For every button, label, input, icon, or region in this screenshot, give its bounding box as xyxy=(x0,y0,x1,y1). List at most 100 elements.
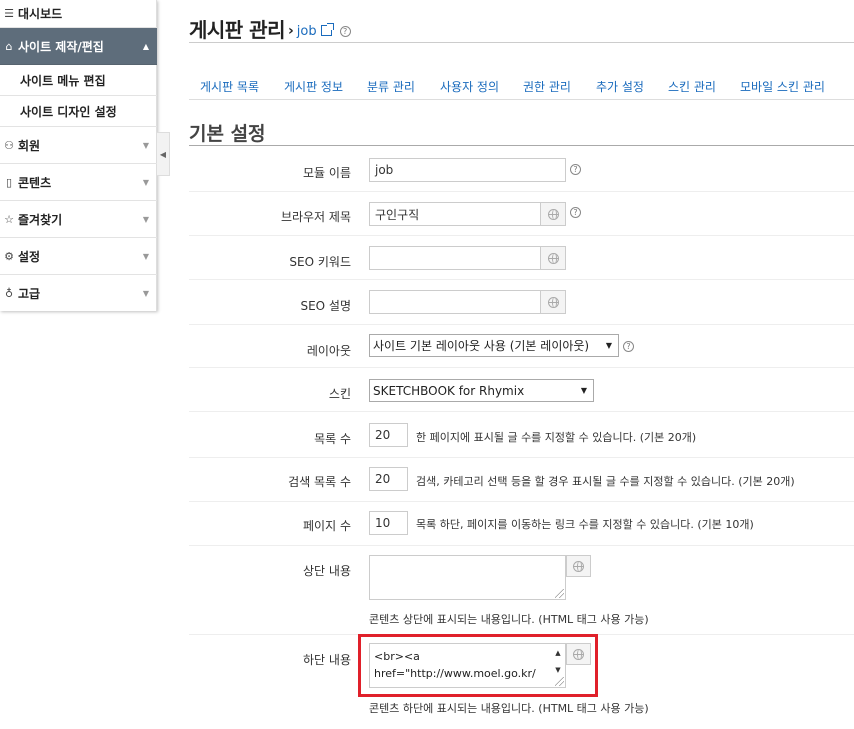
skin-select[interactable]: SKETCHBOOK for Rhymix ▼ xyxy=(369,379,594,402)
document-icon: ▯ xyxy=(5,175,13,189)
label-seo-description: SEO 설명 xyxy=(300,299,351,313)
page-title: 게시판 관리 xyxy=(189,18,285,42)
tab-mobile-skin[interactable]: 모바일 스킨 관리 xyxy=(740,78,825,95)
help-icon[interactable]: ? xyxy=(570,164,581,175)
caret-down-icon: ▼ xyxy=(142,288,149,298)
sidebar-item-site-design[interactable]: ⌂ 사이트 제작/편집 ▲ xyxy=(0,28,157,65)
row-divider xyxy=(189,457,854,458)
sidebar-subitem-menu-edit[interactable]: 사이트 메뉴 편집 xyxy=(0,65,157,96)
help-icon[interactable]: ? xyxy=(339,26,351,37)
label-list-count: 목록 수 xyxy=(314,432,351,446)
sidebar-item-label: 회원 xyxy=(18,138,41,153)
globe-icon xyxy=(547,296,559,308)
dropdown-arrow-icon: ▼ xyxy=(605,341,612,350)
label-footer-text: 하단 내용 xyxy=(303,653,351,667)
sidebar-item-label: 사이트 디자인 설정 xyxy=(20,104,117,119)
tab-skin[interactable]: 스킨 관리 xyxy=(668,78,716,95)
seo-description-input[interactable] xyxy=(369,290,541,314)
tab-bar: 게시판 목록 게시판 정보 분류 관리 사용자 정의 권한 관리 추가 설정 스… xyxy=(189,70,854,100)
globe-icon xyxy=(547,208,559,220)
row-divider xyxy=(189,367,854,368)
header-text-hint: 콘텐츠 상단에 표시되는 내용입니다. (HTML 태그 사용 가능) xyxy=(369,613,649,626)
sidebar-collapse-toggle[interactable]: ◀ xyxy=(157,132,170,176)
tab-extra-settings[interactable]: 추가 설정 xyxy=(596,78,644,95)
menu-icon: ☰ xyxy=(4,7,14,20)
caret-up-icon: ▲ xyxy=(142,41,149,51)
list-count-hint: 한 페이지에 표시될 글 수를 지정할 수 있습니다. (기본 20개) xyxy=(416,431,697,444)
tab-permissions[interactable]: 권한 관리 xyxy=(523,78,571,95)
sidebar-item-label: 사이트 제작/편집 xyxy=(18,39,104,54)
search-list-count-hint: 검색, 카테고리 선택 등을 할 경우 표시될 글 수를 지정할 수 있습니다.… xyxy=(416,475,795,488)
tab-category[interactable]: 분류 관리 xyxy=(367,78,415,95)
label-search-list-count: 검색 목록 수 xyxy=(288,475,351,489)
section-divider xyxy=(189,145,854,146)
seo-keyword-input[interactable] xyxy=(369,246,541,270)
sidebar-item-dashboard[interactable]: ☰ 대시보드 xyxy=(0,0,157,28)
browser-title-input[interactable]: 구인구직 xyxy=(369,202,541,226)
multilang-button[interactable] xyxy=(540,202,566,226)
caret-down-icon: ▼ xyxy=(142,214,149,224)
star-icon: ☆ xyxy=(4,212,14,226)
row-divider xyxy=(189,324,854,325)
globe-icon xyxy=(573,560,584,572)
header-text-textarea[interactable] xyxy=(369,555,566,600)
sidebar-subitem-design-settings[interactable]: 사이트 디자인 설정 xyxy=(0,96,157,127)
highlight-box xyxy=(358,634,598,697)
row-divider xyxy=(189,279,854,280)
label-browser-title: 브라우저 제목 xyxy=(280,210,351,224)
label-seo-keyword: SEO 키워드 xyxy=(289,255,351,269)
row-divider xyxy=(189,545,854,546)
dropdown-arrow-icon: ▼ xyxy=(580,386,587,395)
admin-sidebar: ☰ 대시보드 ⌂ 사이트 제작/편집 ▲ 사이트 메뉴 편집 사이트 디자인 설… xyxy=(0,0,157,311)
breadcrumb-module-link[interactable]: job xyxy=(297,24,317,39)
help-icon[interactable]: ? xyxy=(570,207,581,218)
label-header-text: 상단 내용 xyxy=(303,564,351,578)
search-list-count-input[interactable]: 20 xyxy=(369,467,408,491)
header-divider xyxy=(189,42,854,43)
caret-down-icon: ▼ xyxy=(142,251,149,261)
row-divider xyxy=(189,501,854,502)
list-count-input[interactable]: 20 xyxy=(369,423,408,447)
external-link-icon[interactable] xyxy=(320,23,334,36)
resize-handle[interactable] xyxy=(555,589,564,598)
label-page-count: 페이지 수 xyxy=(303,519,351,533)
multilang-button[interactable] xyxy=(566,555,591,577)
sidebar-item-label: 고급 xyxy=(18,286,41,301)
help-icon[interactable]: ? xyxy=(623,341,634,352)
sidebar-item-label: 설정 xyxy=(18,249,41,264)
breadcrumb-arrow: › xyxy=(287,22,294,39)
multilang-button[interactable] xyxy=(540,246,566,270)
tab-board-info[interactable]: 게시판 정보 xyxy=(284,78,343,95)
gear-icon: ⚙ xyxy=(4,249,14,263)
sidebar-item-contents[interactable]: ▯ 콘텐츠 ▼ xyxy=(0,164,157,201)
home-icon: ⌂ xyxy=(5,39,13,53)
tab-custom-fields[interactable]: 사용자 정의 xyxy=(440,78,499,95)
layout-select-value: 사이트 기본 레이아웃 사용 (기본 레이아웃) xyxy=(373,339,590,353)
sidebar-item-members[interactable]: ⚇ 회원 ▼ xyxy=(0,127,157,164)
sidebar-item-label: 사이트 메뉴 편집 xyxy=(20,73,106,88)
page-count-hint: 목록 하단, 페이지를 이동하는 링크 수를 지정할 수 있습니다. (기본 1… xyxy=(416,518,754,531)
users-icon: ⚇ xyxy=(4,138,14,152)
sidebar-item-label: 대시보드 xyxy=(18,7,63,21)
label-skin: 스킨 xyxy=(328,387,351,401)
layout-select[interactable]: 사이트 기본 레이아웃 사용 (기본 레이아웃) ▼ xyxy=(369,334,619,357)
footer-text-hint: 콘텐츠 하단에 표시되는 내용입니다. (HTML 태그 사용 가능) xyxy=(369,702,649,715)
section-title: 기본 설정 xyxy=(189,123,266,145)
multilang-button[interactable] xyxy=(540,290,566,314)
label-module-name: 모듈 이름 xyxy=(303,166,351,180)
label-layout: 레이아웃 xyxy=(306,344,351,358)
skin-select-value: SKETCHBOOK for Rhymix xyxy=(373,383,525,398)
sidebar-item-favorites[interactable]: ☆ 즐겨찾기 ▼ xyxy=(0,201,157,238)
caret-down-icon: ▼ xyxy=(142,140,149,150)
row-divider xyxy=(189,191,854,192)
sidebar-item-settings[interactable]: ⚙ 설정 ▼ xyxy=(0,238,157,275)
tab-board-list[interactable]: 게시판 목록 xyxy=(200,78,259,95)
caret-down-icon: ▼ xyxy=(142,177,149,187)
row-divider xyxy=(189,411,854,412)
sidebar-item-label: 즐겨찾기 xyxy=(18,212,63,227)
module-name-input[interactable]: job xyxy=(369,158,566,182)
page-count-input[interactable]: 10 xyxy=(369,511,408,535)
bulb-icon: ♁ xyxy=(4,286,14,300)
globe-icon xyxy=(547,252,559,264)
sidebar-item-advanced[interactable]: ♁ 고급 ▼ xyxy=(0,275,157,311)
